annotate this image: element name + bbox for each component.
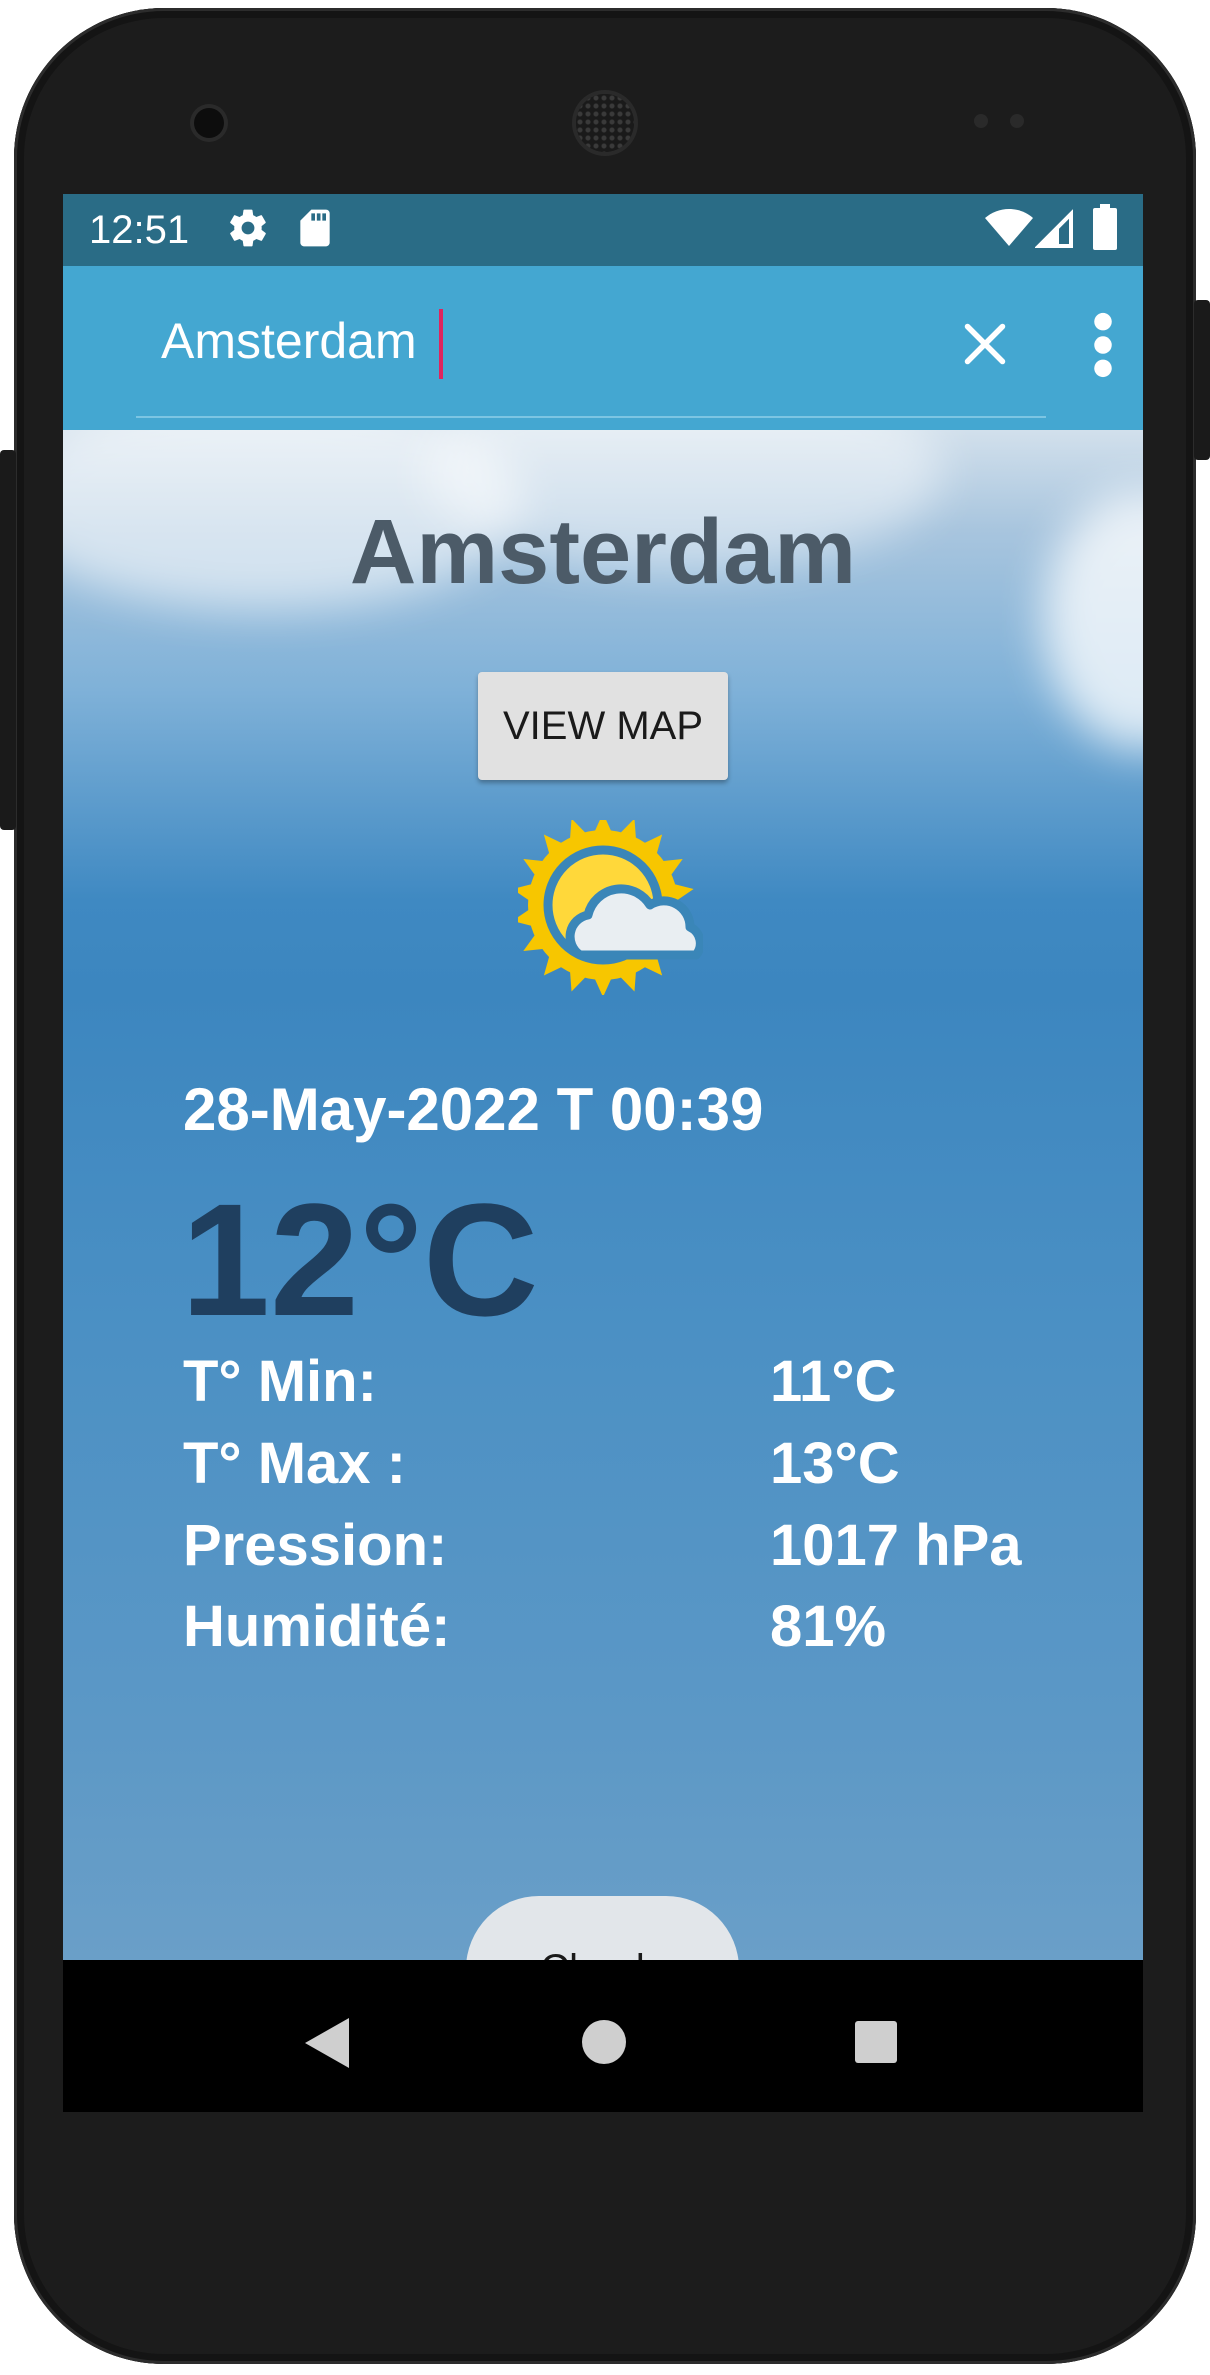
status-bar: 12:51	[63, 194, 1143, 266]
search-app-bar	[63, 266, 1143, 430]
speaker-grille	[576, 94, 634, 152]
battery-icon	[1093, 204, 1117, 260]
light-sensor	[1010, 114, 1024, 128]
front-camera	[194, 108, 224, 138]
stat-row-max: T° Max : 13°C	[183, 1430, 1083, 1510]
volume-button[interactable]	[0, 450, 16, 830]
stat-label: Humidité:	[183, 1594, 451, 1659]
close-icon[interactable]	[955, 314, 1015, 374]
stat-value: 11°C	[770, 1349, 897, 1414]
settings-icon	[226, 206, 270, 260]
device-screen: 12:51 Amsterdam VIEW MAP	[63, 194, 1143, 2112]
stat-row-humidity: Humidité: 81%	[183, 1593, 1083, 1673]
observation-datetime: 28-May-2022 T 00:39	[183, 1076, 764, 1143]
wifi-icon	[985, 208, 1033, 258]
partly-cloudy-icon	[512, 813, 705, 997]
stat-row-min: T° Min: 11°C	[183, 1348, 1083, 1428]
current-temperature: 12°C	[181, 1170, 539, 1349]
sd-card-icon	[293, 206, 337, 260]
city-title: Amsterdam	[349, 501, 857, 603]
view-map-button[interactable]: VIEW MAP	[478, 672, 728, 780]
condition-chip[interactable]: Clouds	[466, 1896, 739, 1960]
more-vert-icon[interactable]	[1088, 310, 1118, 380]
stat-value: 81%	[770, 1594, 887, 1659]
stat-value: 13°C	[770, 1431, 900, 1496]
stat-value: 1017 hPa	[770, 1513, 1022, 1578]
text-cursor	[439, 309, 443, 379]
navigation-bar	[63, 1970, 1143, 2112]
signal-icon	[1034, 208, 1075, 258]
stat-label: T° Min:	[183, 1349, 377, 1414]
stat-label: T° Max :	[183, 1431, 406, 1496]
power-button[interactable]	[1194, 300, 1210, 460]
home-icon[interactable]	[581, 2019, 627, 2069]
search-input[interactable]	[161, 306, 661, 376]
weather-content: Amsterdam VIEW MAP 28-May-2022 T 00:39 1…	[63, 430, 1143, 1960]
stat-row-pressure: Pression: 1017 hPa	[183, 1512, 1083, 1592]
proximity-sensor	[974, 114, 988, 128]
stat-label: Pression:	[183, 1513, 448, 1578]
back-icon[interactable]	[303, 2016, 353, 2074]
recents-icon[interactable]	[854, 2020, 898, 2068]
search-underline	[136, 416, 1046, 418]
status-time: 12:51	[89, 208, 190, 252]
